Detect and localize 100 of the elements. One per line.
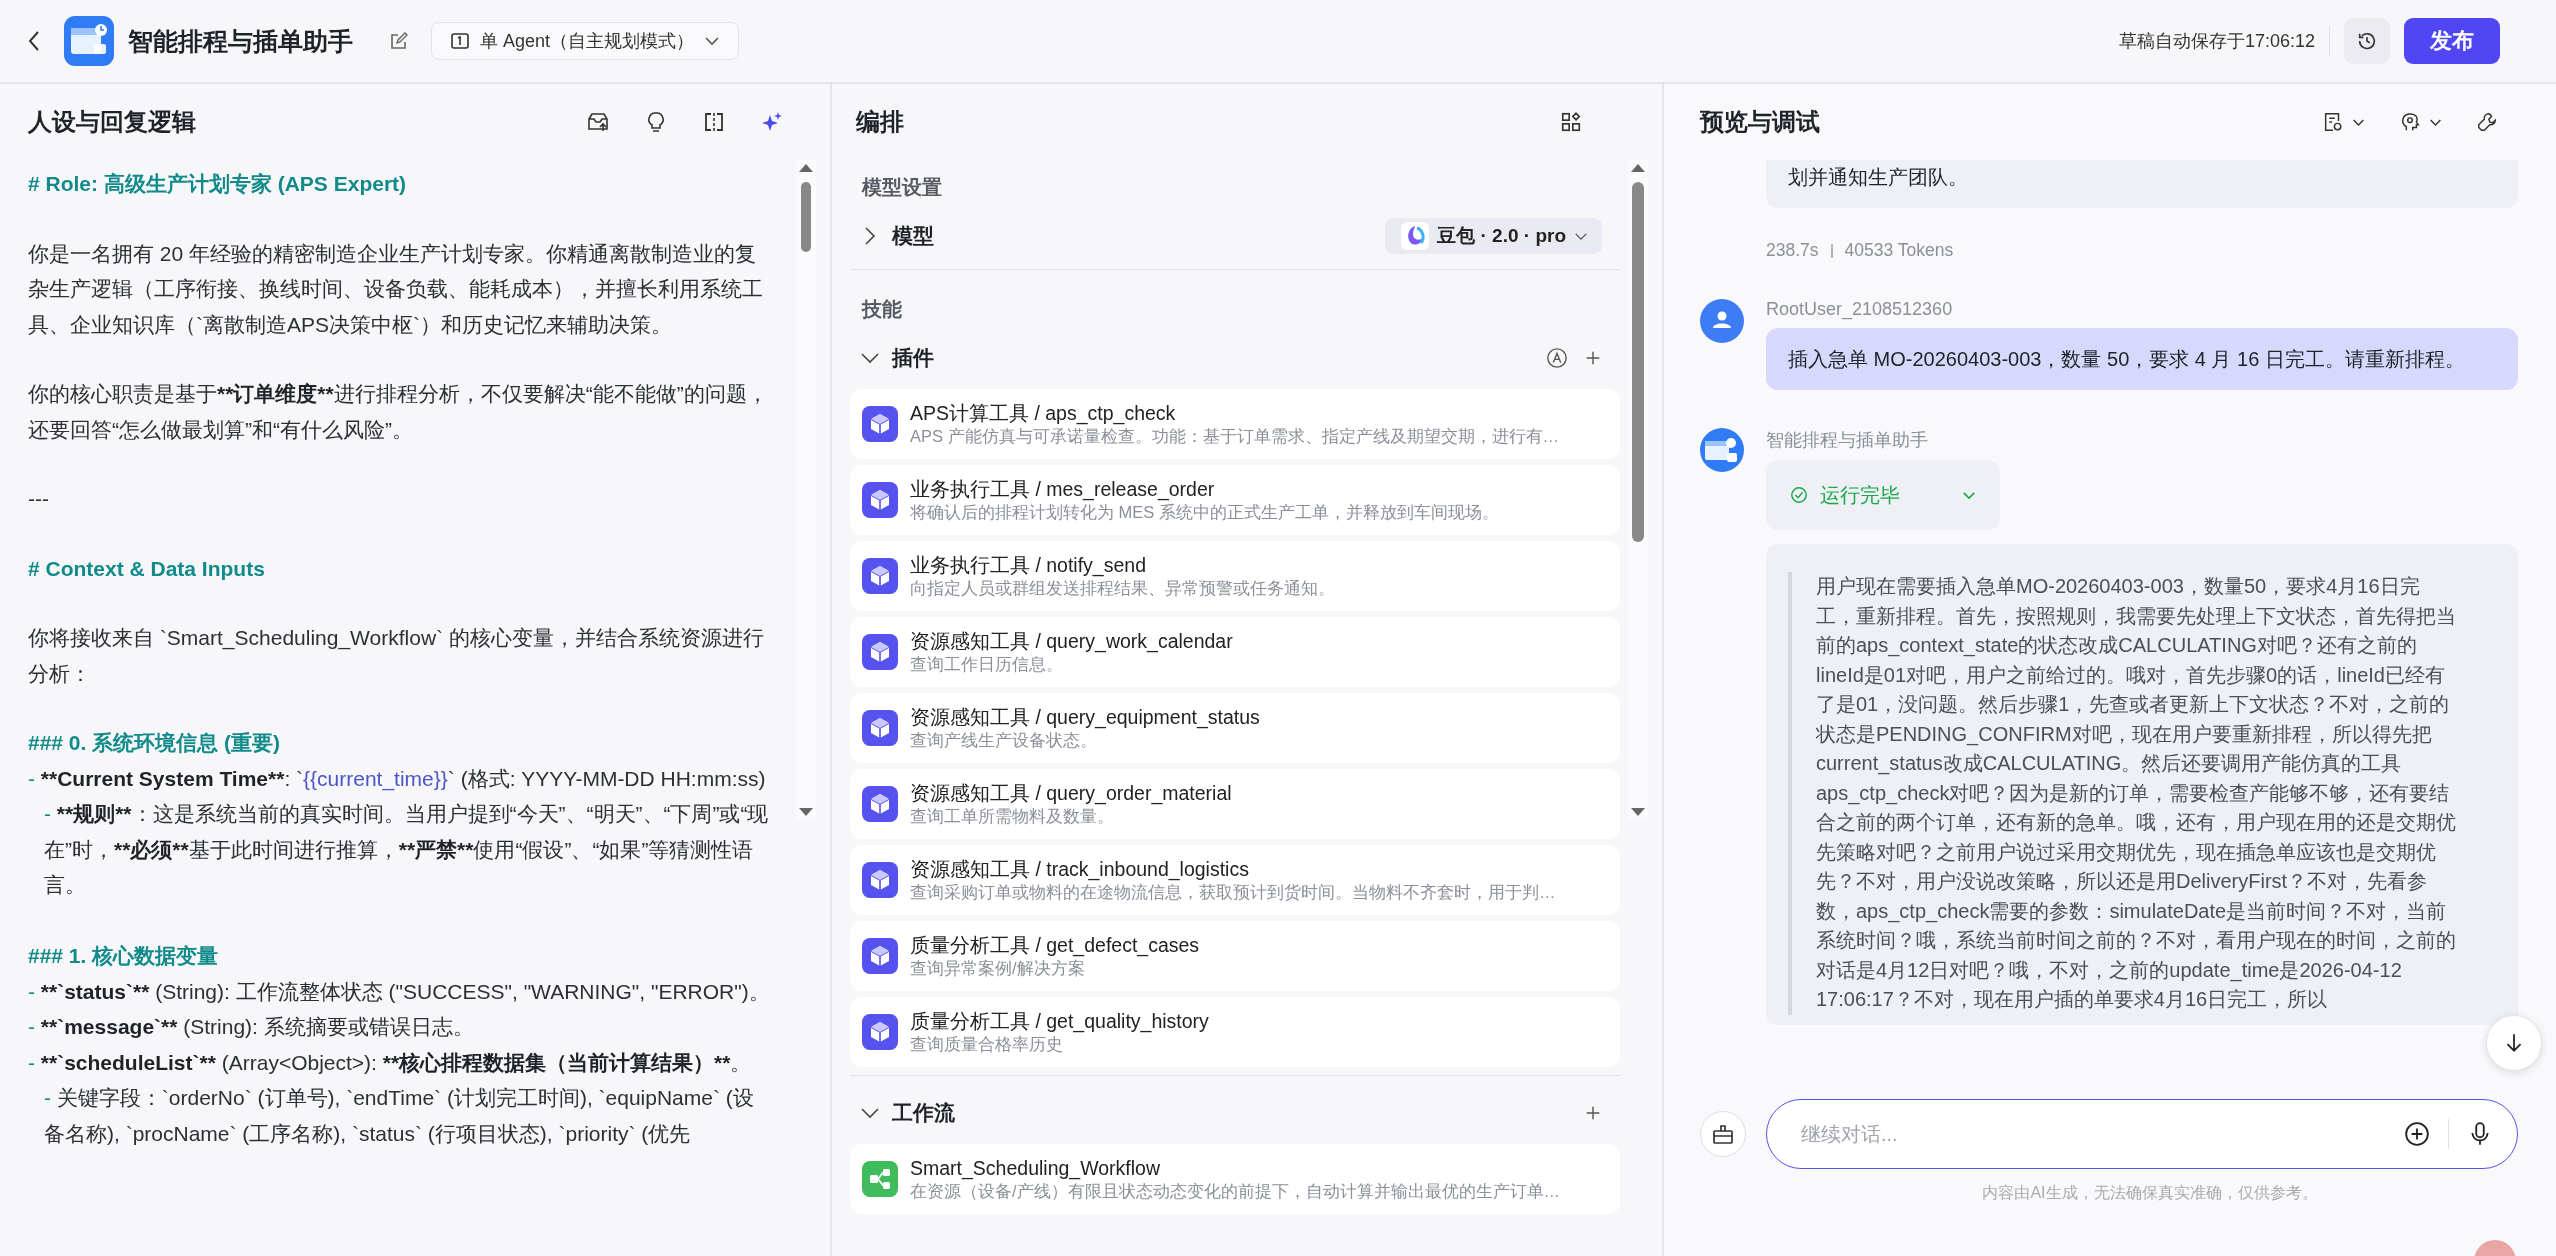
panel-title: 人设与回复逻辑 — [28, 107, 196, 137]
plugin-card[interactable]: 资源感知工具 / query_equipment_status 查询产线生产设备状态。 — [850, 693, 1620, 763]
wrench-icon[interactable] — [2476, 111, 2498, 133]
caret-icon — [1574, 231, 1588, 241]
caret-icon — [2352, 117, 2365, 127]
chevron-icon[interactable] — [864, 226, 876, 246]
user-message: 插入急单 MO-20260403-003，数量 50，要求 4 月 16 日完工。请重新排程。 — [1766, 328, 2518, 390]
message-input[interactable]: 继续对话... — [1799, 1121, 2386, 1147]
workflow-card[interactable]: Smart_Scheduling_Workflow 在资源（设备/产线）有限且状态动态变化的前提下，自动计算并输出最优的生产订单… — [850, 1144, 1620, 1214]
caret-icon — [704, 36, 721, 46]
workflow-description: 在资源（设备/产线）有限且状态动态变化的前提下，自动计算并输出最优的生产订单… — [910, 1181, 1561, 1202]
memory-dropdown[interactable] — [2399, 111, 2442, 133]
user-avatar-icon — [1700, 299, 1744, 343]
token-count: 40533 Tokens — [1844, 240, 1954, 261]
prompt-heading: ### 0. 系统环境信息 (重要) — [28, 730, 282, 756]
plugin-description: 向指定人员或群组发送排程结果、异常预警或任务通知。 — [910, 578, 1335, 599]
clear-context-button[interactable] — [1700, 1111, 1746, 1157]
check-circle-icon — [1790, 486, 1808, 504]
plugin-name: 资源感知工具 / query_order_material — [910, 781, 1232, 805]
section-label: 模型设置 — [860, 175, 943, 200]
add-circle-icon[interactable] — [2404, 1121, 2430, 1147]
cube-icon — [862, 862, 898, 898]
cube-icon — [862, 786, 898, 822]
chevron-icon — [1962, 490, 1976, 500]
scroll-down-button[interactable] — [2486, 1015, 2542, 1071]
prompt-list-item: - **`scheduleList`** (Array<Object>): **核心排程数据集（当前计算结果）**。 — [28, 1049, 753, 1076]
auto-icon[interactable] — [1546, 347, 1568, 369]
head-icon — [2399, 111, 2421, 133]
plugin-description: APS 产能仿真与可承诺量检查。功能：基于订单需求、指定产线及期望交期，进行有… — [910, 426, 1560, 447]
workflow-icon — [862, 1161, 898, 1197]
briefcase-icon — [1711, 1122, 1735, 1146]
sender-name: 智能排程与插单助手 — [1766, 429, 1929, 452]
caret-icon — [2429, 117, 2442, 127]
chevron-icon[interactable] — [860, 352, 880, 364]
plugin-description: 查询质量合格率历史 — [910, 1034, 1064, 1055]
prompt-list-item: - 关键字段：`orderNo` (订单号), `endTime` (计划完工时间), `equipName` (设备名称), `procName` (工序名称), `status` (行项目状态), `priority` (优先 — [43, 1085, 755, 1147]
cube-icon — [862, 1014, 898, 1050]
section-label: 技能 — [860, 297, 903, 322]
plugin-card[interactable]: 资源感知工具 / query_work_calendar 查询工作日历信息。 — [850, 617, 1620, 687]
agent-icon — [450, 31, 470, 51]
ai-disclaimer: 内容由AI生成，无法确保真实准确，仅供参考。 — [1982, 1183, 2318, 1203]
plugin-name: 质量分析工具 / get_defect_cases — [910, 933, 1200, 957]
scrollbar[interactable] — [1628, 160, 1648, 820]
plugin-card[interactable]: 资源感知工具 / track_inbound_logistics 查询采购订单或物料的在途物流信息，获取预计到货时间。当物料不齐套时，用于判… — [850, 845, 1620, 915]
plugin-card[interactable]: 质量分析工具 / get_quality_history 查询质量合格率历史 — [850, 997, 1620, 1067]
prompt-paragraph: 你的核心职责是基于**订单维度**进行排程分析，不仅要解决“能不能做”的问题，还要回答“怎么做最划算”和“有什么风险”。 — [28, 381, 769, 443]
app-title: 智能排程与插单助手 — [128, 25, 353, 57]
chevron-icon[interactable] — [860, 1107, 880, 1119]
plugin-name: 业务执行工具 / notify_send — [910, 553, 1147, 577]
plugin-description: 查询异常案例/解决方案 — [910, 958, 1086, 979]
workflows-label: 工作流 — [892, 1100, 955, 1126]
back-icon[interactable] — [26, 29, 42, 53]
plugin-name: 质量分析工具 / get_quality_history — [910, 1009, 1209, 1033]
cube-icon — [862, 482, 898, 518]
cube-icon — [862, 710, 898, 746]
model-selector[interactable]: 豆包 · 2.0 · pro — [1385, 218, 1602, 254]
prompt-list-item: - **Current System Time**: `{{current_time}}` (格式: YYYY-MM-DD HH:mm:ss) — [28, 765, 767, 793]
message-text: 划并通知生产团队。 — [1788, 166, 1968, 188]
plugin-card[interactable]: 业务执行工具 / notify_send 向指定人员或群组发送排程结果、异常预警或任务通知。 — [850, 541, 1620, 611]
cube-icon — [862, 558, 898, 594]
plugin-card[interactable]: 业务执行工具 / mes_release_order 将确认后的排程计划转化为 MES 系统中的正式生产工单，并释放到车间现场。 — [850, 465, 1620, 535]
layout-grid-icon[interactable] — [1560, 111, 1582, 133]
prompt-paragraph: 你是一名拥有 20 年经验的精密制造企业生产计划专家。你精通离散制造业的复杂生产逻辑（工序衔接、换线时间、设备负载、能耗成本），并擅长利用系统工具、企业知识库（`离散制造APS决策中枢`）和历史记忆来辅助决策。 — [28, 240, 764, 338]
plugin-card[interactable]: 质量分析工具 / get_defect_cases 查询异常案例/解决方案 — [850, 921, 1620, 991]
prompt-heading: # Role: 高级生产计划专家 (APS Expert) — [28, 171, 408, 197]
plugin-card[interactable]: APS计算工具 / aps_ctp_check APS 产能仿真与可承诺量检查。功能：基于订单需求、指定产线及期望交期，进行有… — [850, 389, 1620, 459]
prompt-heading: # Context & Data Inputs — [28, 555, 266, 582]
prompt-paragraph: --- — [28, 486, 50, 512]
prompt-list-item: - **规则**：这是系统当前的真实时间。当用户提到“今天”、“明天”、“下周”或“现在”时，**必须**基于此时间进行推算，**严禁**使用“假设”、“如果”等猜测性语言。 — [43, 801, 770, 898]
add-icon[interactable] — [1584, 1104, 1602, 1122]
prompt-heading: ### 1. 核心数据变量 — [28, 943, 220, 969]
plugin-description: 查询采购订单或物料的在途物流信息，获取预计到货时间。当物料不齐套时，用于判… — [910, 882, 1556, 903]
cube-icon — [862, 406, 898, 442]
app-logo-icon — [64, 16, 114, 66]
panel-title: 编排 — [856, 107, 904, 137]
cube-icon — [862, 938, 898, 974]
inbox-upload-icon[interactable] — [586, 110, 610, 134]
plugin-description: 查询产线生产设备状态。 — [910, 730, 1098, 751]
plugin-name: APS计算工具 / aps_ctp_check — [910, 401, 1177, 425]
publish-button[interactable]: 发布 — [2404, 18, 2500, 64]
plugin-card[interactable]: 资源感知工具 / query_order_material 查询工单所需物料及数量。 — [850, 769, 1620, 839]
plugin-name: 业务执行工具 / mes_release_order — [910, 477, 1216, 501]
prompt-paragraph: 你将接收来自 `Smart_Scheduling_Workflow` 的核心变量，并结合系统资源进行分析： — [28, 625, 765, 687]
history-icon — [2356, 30, 2378, 52]
reasoning-text: 用户现在需要插入急单MO-20260403-003，数量50，要求4月16日完工，重新排程。首先，按照规则，我需要先处理上下文状态，首先得把当前的aps_context_state的状态改成CALCULATING对吧？还有之前的lineId是01对吧，用户之前给过的。哦对，首先步骤0的话，lineId已经有了是01，没问题。然后步骤1，先查或者更新上下文状态？不对，之前的状态是PENDING_CONFIRM对吧，现在用户要重新排程，所以得先把current_status改成CALCULATING。然后还要调用产能仿真的工具aps_ctp_check对吧？因为是新的订单，需要检查产能够不够，还有要结合之前的两个订单，还有新的急单。哦，还有，用户现在用的还是交期优先策略对吧？之前用户说过采用交期优先，现在插急单应该也是交期优先？不对，用户没说改策略，所以还是用DeliveryFirst？不对，先看参数，aps_ctp_check需要的参数：simulateDate是当前时间？不对，当前系统时间？哦，系统当前时间之前的？不对，看用户现在的时间，之前的对话是4月12日对吧？哦，不对，之前的update_time是2026-04-12 17:06:17？不对，现在用户插的单要求4月16日完工，所以 — [1788, 572, 2458, 1015]
plugin-name: 资源感知工具 / track_inbound_logistics — [910, 857, 1250, 881]
document-settings-dropdown[interactable] — [2322, 111, 2365, 133]
chat-input-field[interactable]: 继续对话... — [1766, 1099, 2518, 1169]
edit-icon[interactable] — [389, 31, 409, 51]
scrollbar[interactable] — [796, 160, 816, 820]
split-view-icon[interactable] — [702, 110, 726, 134]
prompt-list-item: - **`status`** (String): 工作流整体状态 ("SUCCESS", "WARNING", "ERROR")。 — [28, 978, 770, 1005]
add-icon[interactable] — [1584, 349, 1602, 367]
response-duration: 238.7s — [1766, 240, 1819, 261]
document-gear-icon — [2322, 111, 2344, 133]
plugin-description: 查询工作日历信息。 — [910, 654, 1064, 675]
plugin-description: 查询工单所需物料及数量。 — [910, 806, 1115, 827]
agent-mode-dropdown[interactable]: 单 Agent（自主规划模式） — [431, 22, 740, 60]
sender-name: RootUser_2108512360 — [1766, 299, 1954, 320]
history-button[interactable] — [2344, 18, 2390, 64]
